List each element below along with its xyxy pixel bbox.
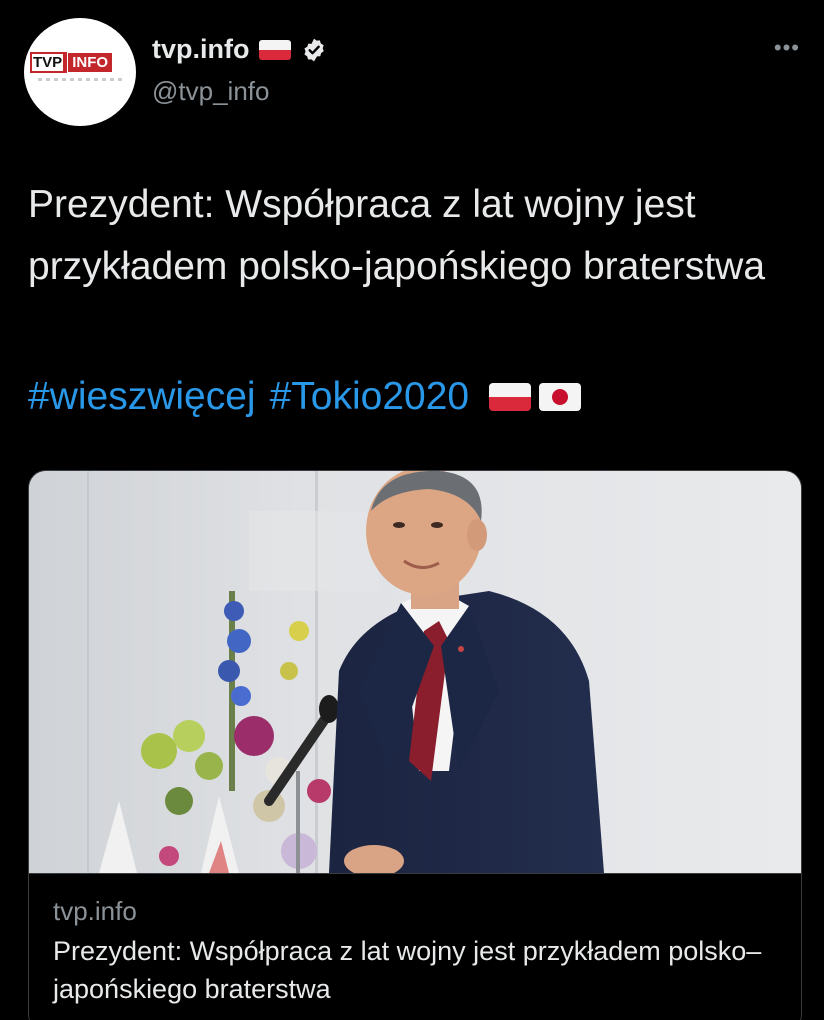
card-meta[interactable]: tvp.info Prezydent: Współpraca z lat woj… xyxy=(29,873,801,1020)
more-icon[interactable]: ••• xyxy=(774,37,800,59)
tweet-text: Prezydent: Współpraca z lat wojny jest p… xyxy=(28,183,766,288)
hashtags: #wieszwięcej #Tokio2020 xyxy=(28,366,582,428)
card-photo xyxy=(29,471,801,873)
display-name-text: tvp.info xyxy=(152,34,250,64)
logo-tvp-text: TVP xyxy=(32,54,66,71)
avatar[interactable]: TVP INFO xyxy=(24,18,136,126)
hashtag-wieszwiecej[interactable]: #wieszwięcej xyxy=(28,366,256,428)
hashtag-tokio2020[interactable]: #Tokio2020 xyxy=(270,366,470,428)
verified-icon xyxy=(301,37,327,63)
card-domain: tvp.info xyxy=(53,896,137,926)
card-image[interactable] xyxy=(29,471,801,873)
tvp-info-logo: TVP INFO xyxy=(30,52,113,73)
poland-flag-icon xyxy=(489,383,532,411)
card-title: Prezydent: Współpraca z lat wojny jest p… xyxy=(53,936,762,1004)
handle[interactable]: @tvp_info xyxy=(152,76,269,107)
poland-flag-icon xyxy=(259,39,292,60)
japan-flag-icon xyxy=(539,383,582,411)
flags-row xyxy=(489,383,582,411)
logo-subline xyxy=(38,78,122,81)
logo-info-text: INFO xyxy=(68,53,113,72)
tweet: TVP INFO tvp.info @tvp_info ••• Prezyden… xyxy=(0,0,824,1020)
link-card[interactable]: tvp.info Prezydent: Współpraca z lat woj… xyxy=(28,470,802,1020)
display-name[interactable]: tvp.info xyxy=(152,34,327,65)
